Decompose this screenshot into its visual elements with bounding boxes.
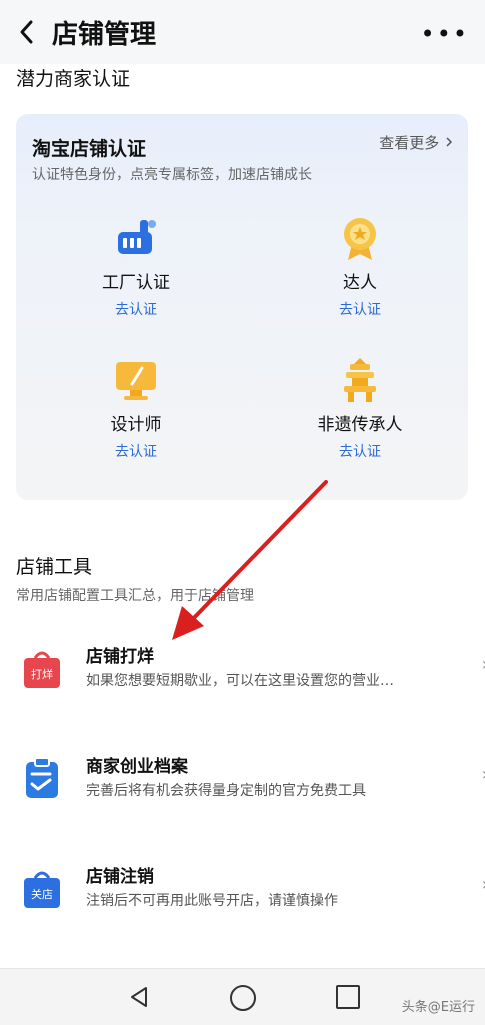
more-dots-icon[interactable]: ••• — [421, 20, 469, 48]
cert-action[interactable]: 去认证 — [260, 441, 460, 461]
tool-item-startup-archive[interactable]: 商家创业档案 完善后将有机会获得量身定制的官方免费工具 › — [0, 744, 485, 834]
cert-action[interactable]: 去认证 — [36, 441, 236, 461]
tool-name: 店铺打烊 — [86, 647, 154, 667]
pagoda-icon — [336, 356, 384, 404]
certification-card: 淘宝店铺认证 认证特色身份，点亮专属标签，加速店铺成长 查看更多 工厂认证 去认… — [16, 114, 468, 500]
cert-name: 设计师 — [110, 415, 162, 435]
monitor-pen-icon — [112, 356, 160, 404]
card-title: 淘宝店铺认证 — [32, 138, 147, 160]
icon-text: 关店 — [31, 887, 53, 901]
cert-item-heritage[interactable]: 非遗传承人 去认证 — [260, 356, 460, 461]
cert-action[interactable]: 去认证 — [260, 299, 460, 319]
tool-item-shop-cancel[interactable]: 关店 店铺注销 注销后不可再用此账号开店，请谨慎操作 › — [0, 854, 485, 944]
nav-back-icon[interactable] — [128, 985, 150, 1013]
card-subtitle: 认证特色身份，点亮专属标签，加速店铺成长 — [32, 167, 312, 183]
view-more-link[interactable]: 查看更多 — [379, 132, 454, 153]
tool-name: 店铺注销 — [86, 867, 154, 887]
cert-action[interactable]: 去认证 — [36, 299, 236, 319]
cert-name: 工厂认证 — [102, 273, 170, 293]
view-more-label: 查看更多 — [379, 134, 440, 152]
top-bar: 店铺管理 ••• — [0, 0, 485, 64]
cert-item-expert[interactable]: 达人 去认证 — [260, 214, 460, 319]
section-subtitle-tools: 常用店铺配置工具汇总，用于店铺管理 — [16, 588, 254, 604]
factory-icon — [112, 214, 160, 262]
tool-item-shop-close[interactable]: 打烊 店铺打烊 如果您想要短期歇业，可以在这里设置您的营业… › — [0, 634, 485, 724]
clipboard-check-icon — [20, 756, 64, 800]
shop-closed-bag-icon: 打烊 — [20, 646, 64, 690]
nav-recent-icon[interactable] — [336, 985, 360, 1009]
page-title: 店铺管理 — [52, 20, 157, 50]
cert-name: 达人 — [343, 273, 377, 293]
chevron-left-icon[interactable] — [16, 18, 40, 46]
tool-desc: 注销后不可再用此账号开店，请谨慎操作 — [86, 893, 338, 909]
watermark: 头条@E运行 — [401, 1000, 475, 1015]
section-title-potential: 潜力商家认证 — [16, 68, 131, 90]
tool-desc: 完善后将有机会获得量身定制的官方免费工具 — [86, 783, 366, 799]
cert-name: 非遗传承人 — [317, 415, 403, 435]
section-title-tools: 店铺工具 — [16, 556, 93, 578]
medal-icon — [336, 214, 384, 262]
cert-item-factory[interactable]: 工厂认证 去认证 — [36, 214, 236, 319]
tool-name: 商家创业档案 — [86, 757, 188, 777]
chevron-right-icon — [446, 137, 453, 147]
nav-home-icon[interactable] — [230, 985, 256, 1011]
tool-desc: 如果您想要短期歇业，可以在这里设置您的营业… — [86, 673, 394, 689]
icon-text: 打烊 — [31, 667, 53, 681]
shop-close-bag-icon: 关店 — [20, 866, 64, 910]
cert-item-designer[interactable]: 设计师 去认证 — [36, 356, 236, 461]
